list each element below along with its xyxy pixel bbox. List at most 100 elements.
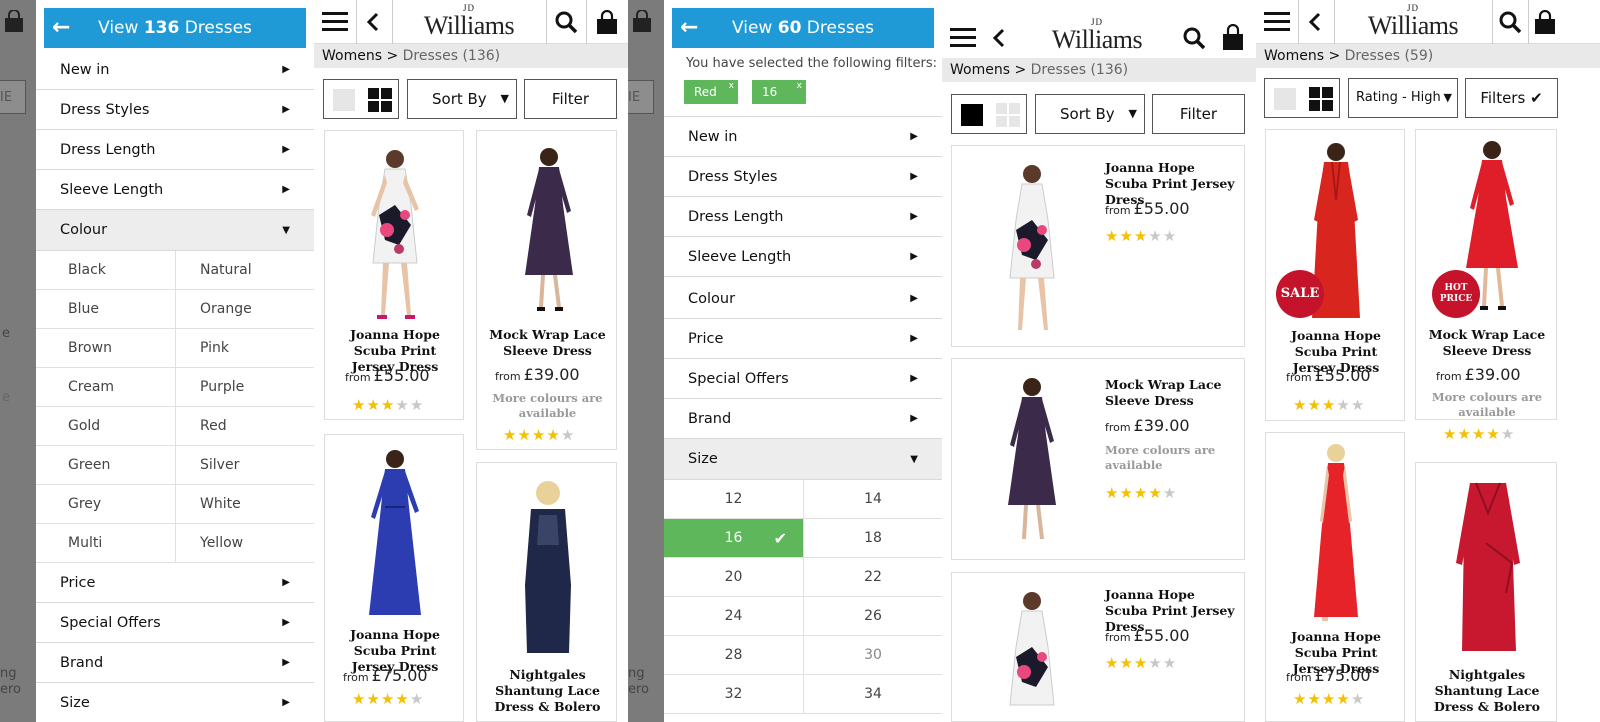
colour-option[interactable]: Blue — [36, 290, 175, 329]
product-card[interactable]: Joanna Hope Scuba Print Jersey Dress fro… — [324, 434, 464, 722]
size-option[interactable]: 32 — [664, 675, 803, 714]
size-option[interactable]: 22 — [803, 558, 942, 597]
list-view-icon[interactable] — [333, 89, 355, 111]
filter-chip-red[interactable]: Red x — [684, 80, 738, 104]
size-option[interactable]: 26 — [803, 597, 942, 636]
view-results-button[interactable]: ← View 136 Dresses — [44, 8, 306, 48]
menu-dress-styles[interactable]: Dress Styles ▶ — [664, 157, 942, 197]
size-option[interactable]: 24 — [664, 597, 803, 636]
shopping-bag-icon[interactable] — [1222, 24, 1244, 50]
colour-option[interactable]: Orange — [175, 290, 314, 329]
sort-by-select[interactable]: Rating - High ▼ — [1348, 78, 1458, 118]
grid-view-icon[interactable] — [996, 103, 1020, 127]
menu-special-offers[interactable]: Special Offers ▶ — [664, 359, 942, 399]
product-list-item[interactable]: Mock Wrap Lace Sleeve Dress from £39.00 M… — [951, 358, 1245, 560]
menu-colour[interactable]: Colour ▼ — [36, 210, 314, 251]
product-card[interactable]: Joanna Hope Scuba Print Jersey Dress fro… — [324, 130, 464, 420]
hamburger-menu-icon[interactable] — [950, 28, 976, 48]
size-option[interactable]: 30 — [803, 636, 942, 675]
arrow-left-icon[interactable]: ← — [52, 8, 70, 48]
menu-size[interactable]: Size ▼ — [664, 439, 942, 480]
menu-special-offers[interactable]: Special Offers ▶ — [36, 603, 314, 643]
arrow-left-icon[interactable]: ← — [680, 8, 698, 48]
jd-williams-logo[interactable]: JD Williams — [394, 4, 544, 39]
shopping-bag-icon[interactable] — [596, 10, 618, 34]
menu-new-in[interactable]: New in ▶ — [36, 50, 314, 90]
colour-option[interactable]: Yellow — [175, 524, 314, 563]
colour-option[interactable]: Red — [175, 407, 314, 446]
menu-sleeve-length[interactable]: Sleeve Length ▶ — [36, 170, 314, 210]
grid-view-icon[interactable] — [1309, 87, 1333, 111]
hamburger-menu-icon[interactable] — [322, 12, 348, 32]
menu-dress-length[interactable]: Dress Length ▶ — [664, 197, 942, 237]
colour-option[interactable]: Natural — [175, 251, 314, 290]
sort-by-select[interactable]: Sort By ▼ — [1035, 94, 1145, 134]
search-icon[interactable] — [554, 10, 578, 34]
jd-williams-logo[interactable]: JD Williams — [1022, 18, 1172, 53]
colour-option[interactable]: Silver — [175, 446, 314, 485]
colour-option[interactable]: Black — [36, 251, 175, 290]
filter-button[interactable]: Filter — [1152, 94, 1245, 134]
product-card[interactable]: Mock Wrap Lace Sleeve Dress from £39.00 M… — [476, 130, 617, 450]
product-name[interactable]: Mock Wrap Lace Sleeve Dress — [1105, 377, 1235, 409]
size-option[interactable]: 12 — [664, 480, 803, 519]
breadcrumb-root[interactable]: Womens — [950, 62, 1010, 78]
menu-price[interactable]: Price ▶ — [664, 319, 942, 359]
colour-option[interactable]: Pink — [175, 329, 314, 368]
search-icon[interactable] — [1182, 26, 1206, 50]
search-icon[interactable] — [1498, 10, 1522, 34]
product-list-item[interactable]: Joanna Hope Scuba Print Jersey Dress fro… — [951, 145, 1245, 347]
list-view-icon[interactable] — [961, 104, 983, 126]
size-option[interactable]: 34 — [803, 675, 942, 714]
shopping-bag-icon[interactable] — [1534, 10, 1556, 34]
size-option[interactable]: 18 — [803, 519, 942, 558]
filter-chip-16[interactable]: 16 x — [752, 80, 806, 104]
sort-by-select[interactable]: Sort By ▼ — [407, 79, 517, 119]
product-card[interactable]: Joanna Hope Scuba Print Jersey Dress fro… — [1265, 432, 1405, 722]
colour-option[interactable]: Purple — [175, 368, 314, 407]
remove-icon[interactable]: x — [729, 74, 734, 98]
product-card[interactable]: HOT PRICE Mock Wrap Lace Sleeve Dress fr… — [1415, 129, 1557, 442]
colour-option[interactable]: Cream — [36, 368, 175, 407]
menu-sleeve-length[interactable]: Sleeve Length ▶ — [664, 237, 942, 277]
product-name[interactable]: Mock Wrap Lace Sleeve Dress — [483, 327, 612, 359]
view-results-button[interactable]: ← View 60 Dresses — [672, 8, 934, 48]
breadcrumb-root[interactable]: Womens — [322, 48, 382, 64]
colour-option[interactable]: Grey — [36, 485, 175, 524]
grid-view-icon[interactable] — [368, 88, 392, 112]
breadcrumb-root[interactable]: Womens — [1264, 48, 1324, 64]
menu-dress-length[interactable]: Dress Length ▶ — [36, 130, 314, 170]
colour-option[interactable]: Green — [36, 446, 175, 485]
hamburger-menu-icon[interactable] — [1264, 12, 1290, 32]
product-card[interactable]: Nightgales Shantung Lace Dress & Bolero — [1415, 462, 1557, 722]
remove-icon[interactable]: x — [797, 74, 802, 98]
colour-option[interactable]: Multi — [36, 524, 175, 563]
product-card[interactable]: Nightgales Shantung Lace Dress & Bolero — [476, 462, 617, 722]
list-view-icon[interactable] — [1274, 88, 1296, 110]
size-option[interactable]: 20 — [664, 558, 803, 597]
colour-option[interactable]: Gold — [36, 407, 175, 446]
size-option[interactable]: 28 — [664, 636, 803, 675]
filter-button[interactable]: Filter — [524, 79, 617, 119]
size-option-selected[interactable]: 16 ✔ — [664, 519, 803, 558]
product-card[interactable]: SALE Joanna Hope Scuba Print Jersey Dres… — [1265, 129, 1405, 421]
product-name[interactable]: Mock Wrap Lace Sleeve Dress — [1423, 327, 1551, 359]
size-option[interactable]: 14 — [803, 480, 942, 519]
menu-size[interactable]: Size ▶ — [36, 683, 314, 722]
chevron-left-icon[interactable] — [992, 28, 1006, 48]
menu-brand[interactable]: Brand ▶ — [36, 643, 314, 683]
colour-option[interactable]: White — [175, 485, 314, 524]
chevron-left-icon[interactable] — [1308, 12, 1322, 32]
product-name[interactable]: Nightgales Shantung Lace Dress & Bolero — [1421, 667, 1553, 715]
menu-price[interactable]: Price ▶ — [36, 563, 314, 603]
menu-dress-styles[interactable]: Dress Styles ▶ — [36, 90, 314, 130]
menu-colour[interactable]: Colour ▶ — [664, 279, 942, 319]
menu-new-in[interactable]: New in ▶ — [664, 117, 942, 157]
colour-option[interactable]: Brown — [36, 329, 175, 368]
filters-button[interactable]: Filters ✔ — [1465, 78, 1558, 118]
jd-williams-logo[interactable]: JD Williams — [1338, 4, 1488, 39]
menu-brand[interactable]: Brand ▶ — [664, 399, 942, 439]
product-name[interactable]: Nightgales Shantung Lace Dress & Bolero — [481, 667, 614, 715]
product-list-item[interactable]: Joanna Hope Scuba Print Jersey Dress fro… — [951, 572, 1245, 722]
chevron-left-icon[interactable] — [366, 12, 380, 32]
